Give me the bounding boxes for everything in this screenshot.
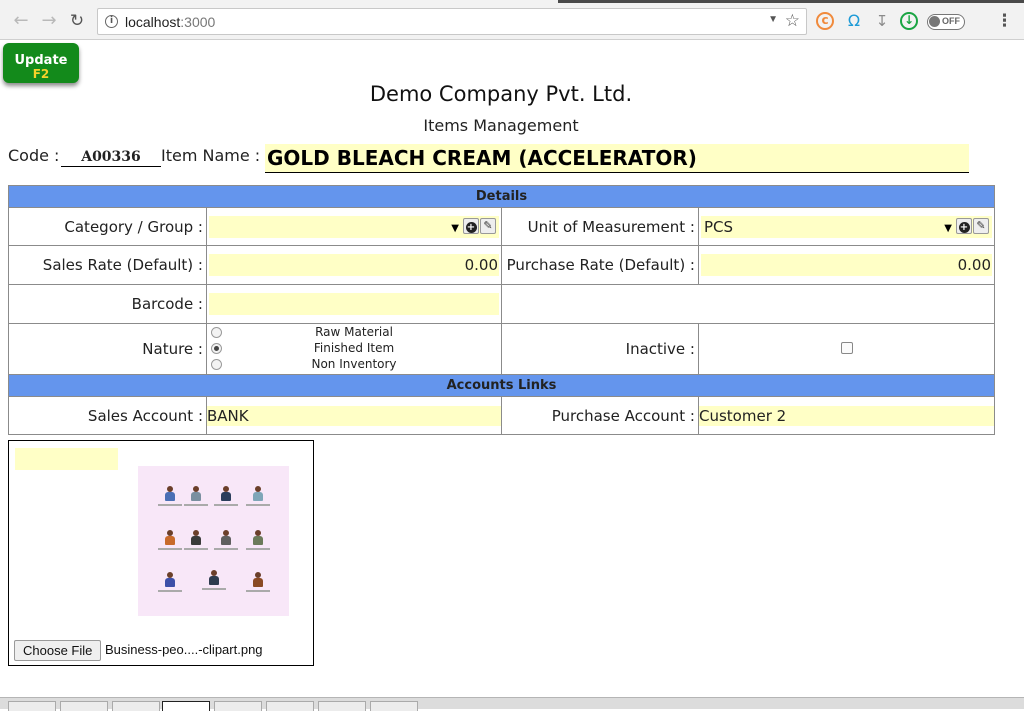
plus-icon: + <box>465 221 477 233</box>
taskbar-button[interactable] <box>112 701 160 711</box>
clipart-person-icon <box>246 572 270 592</box>
image-upload-panel: Choose File Business-peo....-clipart.png <box>8 440 314 666</box>
radio-button[interactable] <box>211 359 222 370</box>
code-value: A00336 <box>61 149 161 167</box>
uom-label: Unit of Measurement : <box>501 207 699 246</box>
sales-account-input[interactable]: BANK <box>207 405 501 426</box>
clipart-person-icon <box>158 572 182 592</box>
update-button[interactable]: Update F2 <box>3 43 79 83</box>
taskbar-button[interactable] <box>318 701 366 711</box>
address-dropdown-icon[interactable]: ▼ <box>768 14 778 25</box>
edit-uom-button[interactable]: ✎ <box>973 217 989 234</box>
taskbar <box>0 697 1024 711</box>
taskbar-button[interactable] <box>60 701 108 711</box>
image-caption-field[interactable] <box>15 448 118 470</box>
clipart-person-icon <box>158 486 182 506</box>
accounts-section-header: Accounts Links <box>8 374 995 397</box>
inactive-checkbox[interactable] <box>840 342 853 354</box>
chevron-down-icon: ▼ <box>451 222 459 234</box>
download-extension-icon[interactable]: ↧ <box>873 12 891 30</box>
selected-file-name: Business-peo....-clipart.png <box>105 642 263 657</box>
nature-option-label: Finished Item <box>313 341 395 355</box>
browser-menu-icon[interactable]: ⋮ <box>996 11 1013 31</box>
clipart-person-icon <box>202 570 226 590</box>
pencil-icon: ✎ <box>483 218 493 232</box>
details-section-header: Details <box>8 185 995 208</box>
radio-button-selected[interactable] <box>211 343 222 354</box>
forward-arrow-icon[interactable]: → <box>38 10 60 32</box>
empty-cell <box>501 284 995 324</box>
taskbar-button-active[interactable] <box>162 701 210 711</box>
barcode-label: Barcode : <box>8 284 207 324</box>
radio-button[interactable] <box>211 327 222 338</box>
pencil-icon: ✎ <box>976 218 986 232</box>
update-shortcut-label: F2 <box>32 67 50 81</box>
headphones-extension-icon[interactable]: Ω <box>845 12 863 30</box>
bookmark-star-icon[interactable]: ☆ <box>785 11 800 31</box>
reload-icon[interactable]: ↻ <box>66 10 88 32</box>
nature-option-label: Raw Material <box>315 325 393 339</box>
clipart-person-icon <box>246 486 270 506</box>
purchase-rate-input[interactable]: 0.00 <box>701 254 992 276</box>
clipart-person-icon <box>214 530 238 550</box>
nature-radio-group: Raw Material Finished Item Non Inventory <box>207 324 501 374</box>
clipart-person-icon <box>158 530 182 550</box>
code-label: Code : <box>8 146 60 165</box>
taskbar-button[interactable] <box>214 701 262 711</box>
clipart-person-icon <box>184 486 208 506</box>
details-table: Details Category / Group : ▼ + ✎ Unit of… <box>8 185 995 435</box>
item-image-preview <box>138 466 289 616</box>
browser-toolbar: ← → ↻ i localhost:3000 ▼ ☆ c Ω ↧ ↓ OFF ⋮ <box>0 3 1024 40</box>
nature-option-non-inventory[interactable]: Non Inventory <box>207 356 501 372</box>
inactive-label: Inactive : <box>501 323 699 375</box>
purchase-rate-label: Purchase Rate (Default) : <box>501 245 699 285</box>
edit-category-button[interactable]: ✎ <box>480 217 496 234</box>
sales-account-label: Sales Account : <box>8 396 207 435</box>
item-name-label: Item Name : <box>161 146 261 165</box>
green-download-extension-icon[interactable]: ↓ <box>900 12 918 30</box>
nature-label: Nature : <box>8 323 207 375</box>
uom-value: PCS <box>704 217 734 236</box>
uom-select[interactable]: PCS ▼ + ✎ <box>701 215 992 238</box>
clipart-person-icon <box>246 530 270 550</box>
barcode-input[interactable] <box>209 293 499 315</box>
sales-rate-label: Sales Rate (Default) : <box>8 245 207 285</box>
toggle-label: OFF <box>942 16 960 26</box>
module-title: Items Management <box>423 116 579 135</box>
taskbar-button[interactable] <box>8 701 56 711</box>
add-category-button[interactable]: + <box>463 217 479 234</box>
purchase-account-label: Purchase Account : <box>501 396 699 435</box>
chevron-down-icon: ▼ <box>944 222 952 234</box>
update-button-label: Update <box>14 53 68 68</box>
info-icon[interactable]: i <box>105 15 118 28</box>
sales-rate-input[interactable]: 0.00 <box>209 254 499 276</box>
category-select[interactable]: ▼ + ✎ <box>209 215 499 238</box>
address-bar[interactable]: i localhost:3000 ▼ ☆ <box>97 8 807 35</box>
nature-option-raw[interactable]: Raw Material <box>207 324 501 340</box>
purchase-account-input[interactable]: Customer 2 <box>699 405 994 426</box>
choose-file-button[interactable]: Choose File <box>14 640 102 661</box>
taskbar-button[interactable] <box>370 701 418 711</box>
add-uom-button[interactable]: + <box>956 217 972 234</box>
nature-option-finished[interactable]: Finished Item <box>207 340 501 356</box>
taskbar-button[interactable] <box>266 701 314 711</box>
plus-icon: + <box>958 221 970 233</box>
clipart-person-icon <box>184 530 208 550</box>
extension-c-icon[interactable]: c <box>816 12 834 30</box>
company-title: Demo Company Pvt. Ltd. <box>369 82 633 106</box>
address-url: localhost:3000 <box>125 14 216 30</box>
nature-option-label: Non Inventory <box>311 357 397 371</box>
extension-toggle[interactable]: OFF <box>927 14 965 30</box>
clipart-person-icon <box>214 486 238 506</box>
item-name-input[interactable]: GOLD BLEACH CREAM (ACCELERATOR) <box>265 144 969 173</box>
back-arrow-icon[interactable]: ← <box>10 10 32 32</box>
category-label: Category / Group : <box>8 207 207 246</box>
